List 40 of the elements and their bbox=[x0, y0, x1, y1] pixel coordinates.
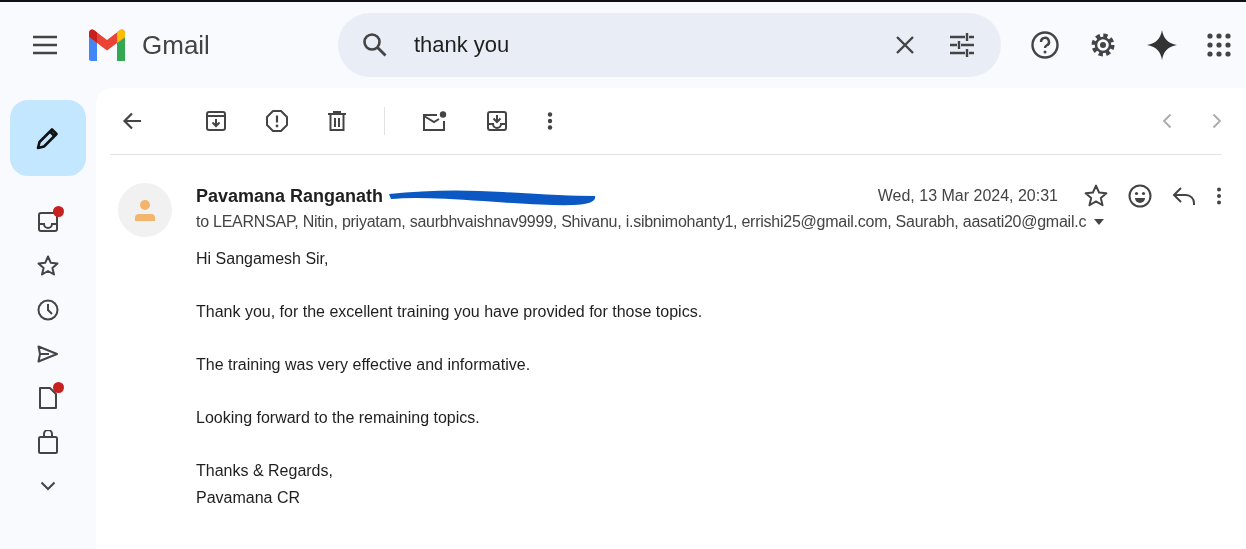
chevron-down-icon[interactable] bbox=[40, 481, 56, 491]
dropdown-caret-icon[interactable] bbox=[1094, 219, 1105, 225]
send-icon[interactable] bbox=[37, 345, 59, 363]
spam-icon[interactable] bbox=[266, 110, 288, 132]
search-field[interactable]: thank you bbox=[337, 13, 1001, 77]
message-text: Looking forward to the remaining topics. bbox=[196, 408, 481, 428]
archive-icon[interactable] bbox=[206, 111, 226, 131]
pencil-icon bbox=[35, 125, 61, 151]
apps-icon[interactable] bbox=[1206, 33, 1231, 57]
message-text: Hi Sangamesh Sir, bbox=[196, 249, 330, 269]
sparkle-icon[interactable] bbox=[1146, 30, 1177, 60]
inbox-icon[interactable] bbox=[38, 212, 58, 232]
sender-name: Pavamana Ranganath bbox=[196, 185, 384, 207]
close-icon[interactable] bbox=[894, 35, 915, 55]
menu-button[interactable] bbox=[32, 35, 58, 55]
search-icon bbox=[361, 32, 388, 58]
reply-icon[interactable] bbox=[1172, 186, 1196, 206]
shopping-bag-icon[interactable] bbox=[38, 430, 58, 454]
more-vertical-icon[interactable] bbox=[1216, 187, 1222, 205]
compose-button[interactable] bbox=[10, 100, 86, 176]
trash-icon[interactable] bbox=[328, 111, 346, 131]
mail-unread-icon[interactable] bbox=[423, 111, 447, 131]
star-icon[interactable] bbox=[37, 255, 59, 277]
more-vertical-icon[interactable] bbox=[547, 112, 553, 130]
message-text: Thanks & Regards, bbox=[196, 461, 334, 481]
filter-icon[interactable] bbox=[948, 33, 975, 57]
document-icon[interactable] bbox=[39, 387, 57, 409]
message-text: Thank you, for the excellent training you have provided for those topics. bbox=[196, 302, 704, 322]
help-icon[interactable] bbox=[1030, 31, 1059, 59]
gmail-logo-icon bbox=[86, 29, 128, 61]
star-icon[interactable] bbox=[1084, 184, 1108, 208]
message-text: The training was very effective and informative. bbox=[196, 355, 532, 375]
back-arrow-icon[interactable] bbox=[122, 112, 142, 130]
emoji-icon[interactable] bbox=[1128, 184, 1152, 208]
move-to-inbox-icon[interactable] bbox=[487, 111, 507, 131]
clock-icon[interactable] bbox=[37, 299, 59, 321]
message-date: Wed, 13 Mar 2024, 20:31 bbox=[877, 187, 1058, 205]
recipients-list: to LEARNSAP, Nitin, priyatam, saurbhvaishnav9999, Shivanu, i.sibnimohanty1, errishi25@gmail.com, Saurabh, aasati20@gmail.c bbox=[196, 213, 1087, 231]
app-name: Gmail bbox=[142, 29, 210, 61]
message-text: Pavamana CR bbox=[196, 488, 302, 508]
